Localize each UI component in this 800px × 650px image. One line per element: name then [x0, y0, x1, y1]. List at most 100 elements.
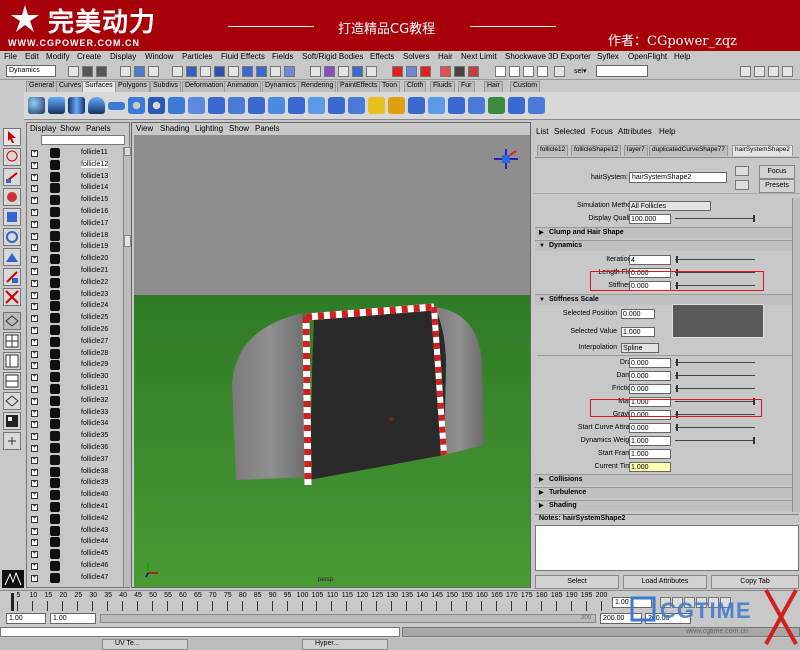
viewport-menu-show[interactable]: Show	[229, 124, 249, 133]
untrim-icon[interactable]	[388, 97, 405, 114]
attr-tab-layer7[interactable]: layer7	[624, 145, 648, 156]
extend-surface-icon[interactable]	[488, 97, 505, 114]
menu-next-limit[interactable]: Next Limit	[461, 52, 497, 61]
outliner-item[interactable]: + follicle17	[28, 218, 123, 230]
select-by-deform-icon[interactable]	[242, 66, 253, 77]
snap-curve-icon[interactable]	[324, 66, 335, 77]
trim-tool-icon[interactable]	[368, 97, 385, 114]
attr-row-field[interactable]: 0.000	[629, 358, 671, 368]
nurbs-plane-icon[interactable]	[108, 102, 125, 110]
render-globals-icon[interactable]	[468, 66, 479, 77]
outliner-item[interactable]: + follicle35	[28, 430, 123, 442]
scroll-thumb[interactable]	[124, 235, 131, 247]
outliner-item[interactable]: + follicle30	[28, 371, 123, 383]
expand-plus-icon[interactable]: +	[31, 433, 38, 441]
attr-row-knob[interactable]	[676, 385, 678, 392]
select-hierarchy-icon[interactable]	[120, 66, 131, 77]
attr-tab-hairsystemshape2[interactable]: hairSystemShape2	[732, 145, 793, 156]
nurbs-cone-icon[interactable]	[88, 97, 105, 114]
layout-persp-graph-icon[interactable]	[3, 412, 21, 430]
select-input-icon[interactable]	[554, 66, 565, 77]
offset-surface-icon[interactable]	[508, 97, 525, 114]
expand-plus-icon[interactable]: +	[31, 244, 38, 252]
menu-file[interactable]: File	[4, 52, 17, 61]
attr-row-field[interactable]: 1.000	[629, 449, 671, 459]
menu-soft-rigid-bodies[interactable]: Soft/Rigid Bodies	[302, 52, 363, 61]
new-scene-icon[interactable]	[68, 66, 79, 77]
expand-plus-icon[interactable]: +	[31, 327, 38, 334]
render-frame-icon[interactable]	[440, 66, 451, 77]
select-object-icon[interactable]	[134, 66, 145, 77]
attr-tab-follicle12[interactable]: follicle12	[537, 145, 569, 156]
attr-scrollbar[interactable]	[792, 198, 800, 512]
menu-create[interactable]: Create	[77, 52, 101, 61]
outliner-item[interactable]: + follicle32	[28, 395, 123, 407]
outliner-item[interactable]: + follicle31	[28, 383, 123, 395]
menu-fields[interactable]: Fields	[272, 52, 293, 61]
outliner-item[interactable]: + follicle21	[28, 265, 123, 277]
attr-row-field[interactable]: 0.000	[629, 371, 671, 381]
planar-icon[interactable]	[208, 97, 225, 114]
shelf-tab-polygons[interactable]: Polygons	[115, 81, 150, 92]
output-connection-icon[interactable]	[735, 180, 749, 190]
attr-row-slider[interactable]	[675, 388, 755, 389]
expand-plus-icon[interactable]: +	[31, 445, 38, 452]
menu-window[interactable]: Window	[145, 52, 173, 61]
shelf-tab-toon[interactable]: Toon	[379, 81, 401, 92]
viewport-menu-shading[interactable]: Shading	[160, 124, 189, 133]
expand-plus-icon[interactable]: +	[31, 220, 38, 228]
outliner-item[interactable]: + follicle26	[28, 324, 123, 336]
extrude-icon[interactable]	[228, 97, 245, 114]
layout-outliner-persp-icon[interactable]	[3, 352, 21, 370]
sel-pos-field[interactable]: 0.000	[621, 309, 655, 319]
outliner-menu-display[interactable]: Display	[30, 124, 56, 133]
layout-four-icon[interactable]	[3, 332, 21, 350]
show-attr-editor-icon[interactable]	[740, 66, 751, 77]
iterations-knob[interactable]	[676, 256, 678, 263]
outliner-item[interactable]: + follicle27	[28, 336, 123, 348]
layout-options-icon[interactable]	[3, 432, 21, 450]
outliner-item[interactable]: + follicle36	[28, 442, 123, 454]
presets-button[interactable]: Presets	[759, 179, 795, 193]
nurbs-circle-icon[interactable]	[148, 97, 165, 114]
attr-row-field[interactable]: 1.000	[629, 436, 671, 446]
viewport-menu-view[interactable]: View	[136, 124, 153, 133]
last-tool-icon[interactable]	[3, 288, 21, 306]
select-by-joint-icon[interactable]	[200, 66, 211, 77]
open-close-icon[interactable]	[448, 97, 465, 114]
input-connection-icon[interactable]	[735, 166, 749, 176]
shelf-tab-dynamics[interactable]: Dynamics	[262, 81, 299, 92]
expand-plus-icon[interactable]: +	[31, 515, 38, 523]
attr-row-field[interactable]: 1.000	[629, 462, 671, 472]
shelf-tab-surfaces[interactable]: Surfaces	[82, 81, 116, 92]
history-icon[interactable]	[420, 66, 431, 77]
expand-plus-icon[interactable]: +	[31, 492, 38, 500]
stiffness-ramp-graph[interactable]	[672, 304, 764, 338]
output-ops-icon[interactable]	[406, 66, 417, 77]
outliner-menu-panels[interactable]: Panels	[86, 124, 110, 133]
notes-textarea[interactable]	[535, 525, 799, 571]
menu-modify[interactable]: Modify	[46, 52, 70, 61]
move-tool-icon[interactable]	[3, 168, 21, 186]
shelf-tab-rendering[interactable]: Rendering	[298, 81, 337, 92]
show-layer-editor-icon[interactable]	[782, 66, 793, 77]
expand-plus-icon[interactable]: +	[31, 539, 38, 547]
outliner-item[interactable]: + follicle46	[28, 560, 123, 572]
outliner-item[interactable]: + follicle33	[28, 407, 123, 419]
expand-plus-icon[interactable]: +	[31, 574, 38, 582]
rotate-tool-icon[interactable]	[3, 188, 21, 206]
expand-plus-icon[interactable]: +	[31, 527, 38, 535]
outliner-item[interactable]: + follicle20	[28, 253, 123, 265]
expand-plus-icon[interactable]: +	[31, 386, 38, 393]
numeric-input-icon[interactable]	[495, 66, 506, 77]
iterations-slider[interactable]	[675, 259, 755, 260]
menu-fluid-effects[interactable]: Fluid Effects	[221, 52, 265, 61]
outliner-menu-show[interactable]: Show	[60, 124, 80, 133]
playback-start-field[interactable]: 1.00	[50, 613, 96, 624]
attr-row-knob[interactable]	[676, 372, 678, 379]
scroll-up-icon[interactable]	[124, 147, 131, 156]
command-input[interactable]	[0, 627, 400, 637]
nurbs-cylinder-icon[interactable]	[68, 97, 85, 114]
section-shading[interactable]: ▶ Shading	[535, 500, 793, 511]
shelf-tab-deformation[interactable]: Deformation	[182, 81, 227, 92]
